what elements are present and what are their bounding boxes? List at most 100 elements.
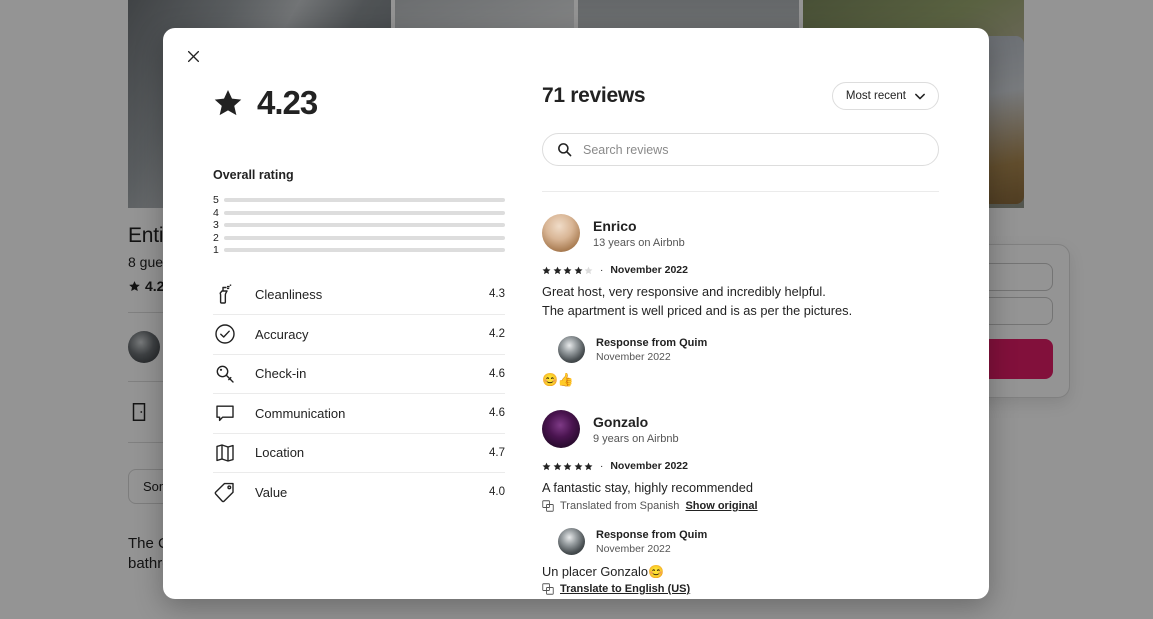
response-translate-row: Translate to English (US) [542,583,939,595]
rating-bar-track [224,198,505,203]
category-name: Value [255,484,288,500]
sort-dropdown[interactable]: Most recent [831,82,939,110]
chevron-down-icon [915,93,925,99]
speech-bubble-icon [213,401,237,425]
star-icon [563,266,572,274]
ratings-summary-panel: 4.23 Overall rating 5 4 3 2 1 Cleanlines… [213,68,505,599]
host-response: Response from Quim November 2022 Un plac… [542,528,939,595]
meta-separator: · [600,264,604,276]
review-date: November 2022 [610,460,688,472]
rating-bar-label: 4 [213,206,219,219]
key-icon [213,362,237,386]
star-icon [574,266,582,274]
close-button[interactable] [177,40,209,72]
review-item: Enrico 13 years on Airbnb · November 202… [542,214,939,388]
rating-bar-row: 1 [213,244,505,257]
category-rating-row: Value 4.0 [213,472,505,512]
translate-icon [542,500,554,512]
reviews-list: Enrico 13 years on Airbnb · November 202… [542,191,939,599]
translate-to-english-link[interactable]: Translate to English (US) [560,583,690,595]
rating-bar-track [224,210,505,215]
host-response: Response from Quim November 2022 😊👍 [542,336,939,388]
host-response-header: Response from Quim November 2022 [558,528,939,555]
host-response-header: Response from Quim November 2022 [558,336,939,363]
show-original-link[interactable]: Show original [685,500,757,512]
search-reviews-wrapper [542,133,939,166]
translation-note: Translated from Spanish Show original [542,500,939,512]
category-rating-row: Cleanliness 4.3 [213,275,505,315]
rating-distribution: 5 4 3 2 1 [213,194,505,257]
category-rating-row: Accuracy 4.2 [213,314,505,354]
rating-bar-row: 2 [213,232,505,245]
reviewer-header: Gonzalo 9 years on Airbnb [542,410,939,448]
review-item: Gonzalo 9 years on Airbnb · November 202… [542,410,939,595]
reviewer-name: Gonzalo [593,413,649,430]
reviewer-avatar [542,214,580,252]
review-text: Great host, very responsive and incredib… [542,282,939,320]
category-name: Communication [255,405,346,421]
category-ratings-list: Cleanliness 4.3 Accuracy 4.2 Check-in 4.… [213,275,505,512]
rating-bar-row: 5 [213,194,505,207]
reviewer-avatar [542,410,580,448]
overall-score: 4.23 [213,84,505,122]
review-star-rating [542,266,593,275]
host-response-avatar [558,336,585,363]
reviews-panel: 71 reviews Most recent Enrico 1 [505,68,939,599]
rating-bar-label: 5 [213,194,219,207]
reviewer-name: Enrico [593,217,637,234]
rating-bar-label: 2 [213,231,219,244]
overall-score-value: 4.23 [257,84,318,121]
meta-separator: · [600,460,604,472]
sort-dropdown-label: Most recent [845,90,906,102]
reviewer-tenure: 9 years on Airbnb [593,432,679,445]
close-icon [187,50,199,62]
category-value: 4.2 [489,328,505,341]
star-icon [214,90,242,116]
star-icon [584,462,593,470]
category-name: Cleanliness [255,286,323,302]
star-icon [542,266,551,274]
rating-bar-label: 1 [213,244,219,257]
reviews-header: 71 reviews Most recent [542,68,939,110]
review-meta: · November 2022 [542,460,939,472]
star-icon [542,462,551,470]
category-rating-row: Location 4.7 [213,432,505,473]
category-name: Check-in [255,366,307,382]
star-icon [553,266,561,274]
search-reviews-input[interactable] [542,133,939,166]
rating-bar-track [224,248,505,253]
review-text: A fantastic stay, highly recommended [542,478,939,497]
category-name: Location [255,445,305,461]
category-value: 4.6 [489,367,505,380]
translate-icon [542,583,554,595]
host-response-text: Un placer Gonzalo😊 [542,564,664,579]
category-name: Accuracy [255,326,309,342]
reviewer-tenure: 13 years on Airbnb [593,236,685,249]
host-response-date: November 2022 [596,543,671,555]
reviews-modal: 4.23 Overall rating 5 4 3 2 1 Cleanlines… [163,28,989,599]
star-icon [553,462,561,470]
review-date: November 2022 [610,264,688,276]
reviewer-header: Enrico 13 years on Airbnb [542,214,939,252]
category-rating-row: Communication 4.6 [213,393,505,433]
rating-bar-track [224,223,505,228]
host-response-text: 😊👍 [542,372,574,387]
review-text-line: The apartment is well priced and is as p… [542,303,853,318]
overall-rating-label: Overall rating [213,168,294,182]
check-circle-icon [213,322,237,346]
star-icon [584,266,593,274]
category-value: 4.7 [489,446,505,459]
tag-icon [213,480,237,504]
rating-bar-row: 3 [213,219,505,232]
category-value: 4.0 [489,486,505,499]
host-response-title: Response from Quim [596,337,708,349]
review-text-line: A fantastic stay, highly recommended [542,480,754,495]
host-response-avatar [558,528,585,555]
spray-bottle-icon [213,282,237,306]
host-response-date: November 2022 [596,351,671,363]
host-response-title: Response from Quim [596,529,708,541]
category-value: 4.6 [489,407,505,420]
star-icon [574,462,582,470]
rating-bar-row: 4 [213,207,505,220]
category-value: 4.3 [489,288,505,301]
